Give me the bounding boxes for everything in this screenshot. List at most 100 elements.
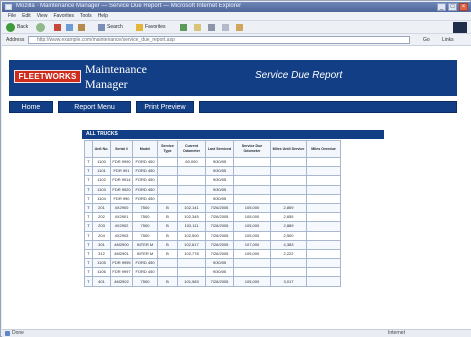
table-row[interactable]: T 1103 FDR 9920 FORD 450 9/30/05 [84, 184, 341, 195]
table-cell: 9/30/05 [205, 193, 234, 204]
menu-file[interactable]: File [8, 12, 16, 20]
table-cell: B [157, 221, 178, 232]
column-header[interactable]: Service Type [157, 140, 178, 158]
table-row[interactable]: T 1104 FDR 990 FORD 450 9/30/05 [84, 193, 341, 204]
table-cell: 202 [92, 212, 111, 223]
window-title-bar[interactable]: Mozilla · Maintenance Manager — Service … [2, 2, 471, 12]
table-cell: 4M2902 [110, 276, 133, 287]
edit-icon[interactable] [222, 24, 229, 31]
close-button[interactable]: × [459, 3, 468, 11]
table-row[interactable]: T 202 4X2901 7500 B 102,345 7/26/2005 105,000 2,… [84, 212, 341, 223]
column-header[interactable]: Unit No. [92, 140, 111, 158]
go-label: Go [423, 37, 430, 43]
table-row[interactable]: T 1105 FDR 9995 FORD 450 9/30/05 [84, 258, 341, 269]
table-cell: 2,889 [270, 221, 307, 232]
table-cell: FORD 450 [132, 258, 158, 269]
menu-favorites[interactable]: Favorites [53, 12, 74, 20]
menu-view[interactable]: View [37, 12, 48, 20]
links-button[interactable]: Links [442, 36, 454, 44]
table-cell: B [157, 212, 178, 223]
refresh-icon[interactable] [66, 24, 73, 31]
minimize-button[interactable]: _ [437, 3, 446, 11]
row-marker-cell: T [84, 193, 93, 204]
table-cell [306, 166, 341, 177]
table-row[interactable]: T 204 4X2903 7500 B 102,500 7/26/2005 105,000 2,… [84, 230, 341, 241]
column-header[interactable]: Miles Until Service [270, 140, 307, 158]
column-header[interactable]: Current Odometer [177, 140, 206, 158]
column-header[interactable]: Miles Overdue [306, 140, 341, 158]
table-cell [306, 248, 341, 260]
table-row[interactable]: T 312 4M2901 INTER M B 102,778 7/26/2005 105,00… [84, 248, 341, 260]
column-header[interactable]: Service Due Odometer [233, 140, 271, 158]
report-menu-nav-button[interactable]: Report Menu [58, 101, 131, 113]
menu-edit[interactable]: Edit [22, 12, 31, 20]
messenger-icon[interactable] [236, 24, 243, 31]
company-logo[interactable]: FLEETWORKS [14, 70, 81, 83]
table-row[interactable]: T 1102 FDR 9914 FORD 450 9/30/05 [84, 175, 341, 186]
back-arrow-icon[interactable] [6, 23, 15, 32]
back-button[interactable]: Back [17, 23, 28, 32]
favorites-star-icon[interactable] [136, 24, 143, 31]
table-cell: 301 [92, 239, 111, 250]
menu-tools[interactable]: Tools [80, 12, 92, 20]
table-cell: FDR 9990 [110, 156, 133, 168]
column-header[interactable]: Serial # [110, 140, 133, 158]
table-row[interactable]: T 203 4X2902 7500 B 102,111 7/26/2005 105,000 2,… [84, 221, 341, 232]
home-nav-button[interactable]: Home [9, 101, 53, 113]
row-marker-cell: T [84, 166, 93, 177]
stop-icon[interactable] [54, 24, 61, 31]
browser-window: Mozilla · Maintenance Manager — Service … [0, 0, 471, 337]
table-cell: 1106 [92, 267, 111, 278]
table-row[interactable]: T 301 4M2900 INTER M B 102,617 7/26/2005 107,00… [84, 239, 341, 250]
table-cell: 401 [92, 276, 111, 287]
column-header[interactable]: Last Serviced [205, 140, 234, 158]
table-cell: 203 [92, 221, 111, 232]
report-section-title: ALL TRUCKS [82, 130, 384, 139]
table-cell [233, 267, 271, 278]
table-cell: 4,383 [270, 239, 307, 250]
table-row[interactable]: T 401 4M2902 7500 B 101,983 7/26/2005 105,000 3,… [84, 276, 341, 287]
table-cell [157, 267, 178, 278]
table-cell [233, 193, 271, 204]
row-marker-cell: T [84, 156, 93, 168]
table-cell [306, 175, 341, 186]
column-header[interactable]: Model [132, 140, 158, 158]
address-bar: Address http://www.example.com/maintenan… [2, 34, 471, 46]
table-row[interactable]: T 1101 FDR 901 FORD 450 9/30/05 [84, 166, 341, 177]
table-cell: 7500 [132, 230, 158, 241]
search-icon[interactable] [98, 24, 105, 31]
address-input[interactable]: http://www.example.com/maintenance/servi… [28, 36, 410, 44]
menu-help[interactable]: Help [98, 12, 108, 20]
table-cell: 7/26/2005 [205, 239, 234, 250]
print-preview-nav-button[interactable]: Print Preview [136, 101, 194, 113]
table-row[interactable]: T 1100 FDR 9990 FORD 450 60,000 9/30/05 [84, 156, 341, 168]
table-row[interactable]: T 201 4X2900 7500 B 102,141 7/26/2005 105,000 2,… [84, 202, 341, 214]
maximize-button[interactable]: □ [448, 3, 457, 11]
table-cell: 102,345 [177, 212, 206, 223]
favorites-button[interactable]: Favorites [145, 23, 166, 32]
table-cell [157, 166, 178, 177]
row-marker-cell: T [84, 212, 93, 223]
forward-arrow-icon[interactable] [36, 23, 45, 32]
table-cell: FORD 450 [132, 175, 158, 186]
mail-icon[interactable] [194, 24, 201, 31]
go-button[interactable]: Go [414, 36, 438, 44]
history-icon[interactable] [180, 24, 187, 31]
nav-bar: Home Report Menu Print Preview [9, 101, 457, 113]
table-cell: 2,655 [270, 212, 307, 223]
row-marker-cell: T [84, 239, 93, 250]
table-cell [157, 175, 178, 186]
print-icon[interactable] [208, 24, 215, 31]
search-button[interactable]: Search [107, 23, 123, 32]
table-cell [177, 258, 206, 269]
table-cell [270, 175, 307, 186]
table-cell: FDR 9995 [110, 258, 133, 269]
window-title: Mozilla · Maintenance Manager — Service … [16, 3, 242, 9]
table-cell [270, 166, 307, 177]
table-cell: 7/26/2005 [205, 248, 234, 260]
table-row[interactable]: T 1106 FDR 9997 FORD 450 9/30/05 [84, 267, 341, 278]
table-cell [233, 184, 271, 195]
table-cell: 105,000 [233, 230, 271, 241]
home-icon[interactable] [78, 24, 85, 31]
table-cell: 2,859 [270, 202, 307, 214]
